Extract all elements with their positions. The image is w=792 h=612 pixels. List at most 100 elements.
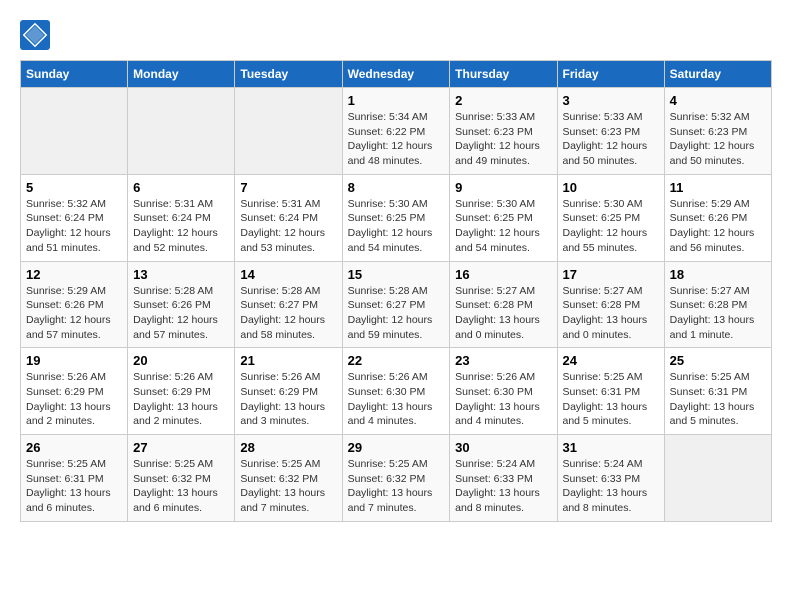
calendar-cell: 9 Sunrise: 5:30 AM Sunset: 6:25 PM Daylig…	[450, 174, 557, 261]
day-info: Sunrise: 5:31 AM Sunset: 6:24 PM Dayligh…	[240, 197, 336, 256]
calendar-cell: 5 Sunrise: 5:32 AM Sunset: 6:24 PM Daylig…	[21, 174, 128, 261]
day-info: Sunrise: 5:26 AM Sunset: 6:29 PM Dayligh…	[26, 370, 122, 429]
calendar-cell: 14 Sunrise: 5:28 AM Sunset: 6:27 PM Dayli…	[235, 261, 342, 348]
day-info: Sunrise: 5:31 AM Sunset: 6:24 PM Dayligh…	[133, 197, 229, 256]
day-info: Sunrise: 5:27 AM Sunset: 6:28 PM Dayligh…	[563, 284, 659, 343]
day-info: Sunrise: 5:29 AM Sunset: 6:26 PM Dayligh…	[26, 284, 122, 343]
day-number: 2	[455, 93, 551, 108]
weekday-header: Sunday	[21, 61, 128, 88]
day-info: Sunrise: 5:34 AM Sunset: 6:22 PM Dayligh…	[348, 110, 445, 169]
calendar-cell: 29Sunrise: 5:25 AM Sunset: 6:32 PM Dayli…	[342, 435, 450, 522]
day-number: 17	[563, 267, 659, 282]
day-info: Sunrise: 5:33 AM Sunset: 6:23 PM Dayligh…	[563, 110, 659, 169]
calendar-cell: 16 Sunrise: 5:27 AM Sunset: 6:28 PM Dayli…	[450, 261, 557, 348]
day-info: Sunrise: 5:26 AM Sunset: 6:30 PM Dayligh…	[348, 370, 445, 429]
day-number: 22	[348, 353, 445, 368]
calendar-cell: 27 Sunrise: 5:25 AM Sunset: 6:32 PM Dayli…	[128, 435, 235, 522]
day-number: 26	[26, 440, 122, 455]
day-info: Sunrise: 5:27 AM Sunset: 6:28 PM Dayligh…	[455, 284, 551, 343]
calendar-cell: 8 Sunrise: 5:30 AM Sunset: 6:25 PM Daylig…	[342, 174, 450, 261]
calendar-cell: 4 Sunrise: 5:32 AM Sunset: 6:23 PM Daylig…	[664, 88, 771, 175]
calendar-cell: 13 Sunrise: 5:28 AM Sunset: 6:26 PM Dayli…	[128, 261, 235, 348]
day-info: Sunrise: 5:28 AM Sunset: 6:26 PM Dayligh…	[133, 284, 229, 343]
day-info: Sunrise: 5:33 AM Sunset: 6:23 PM Dayligh…	[455, 110, 551, 169]
day-number: 9	[455, 180, 551, 195]
calendar-cell	[21, 88, 128, 175]
day-number: 4	[670, 93, 766, 108]
day-number: 21	[240, 353, 336, 368]
calendar-week-row: 26Sunrise: 5:25 AM Sunset: 6:31 PM Dayli…	[21, 435, 772, 522]
calendar-cell: 19 Sunrise: 5:26 AM Sunset: 6:29 PM Dayli…	[21, 348, 128, 435]
day-number: 23	[455, 353, 551, 368]
day-info: Sunrise: 5:28 AM Sunset: 6:27 PM Dayligh…	[240, 284, 336, 343]
day-info: Sunrise: 5:28 AM Sunset: 6:27 PM Dayligh…	[348, 284, 445, 343]
day-number: 14	[240, 267, 336, 282]
day-number: 19	[26, 353, 122, 368]
weekday-header: Tuesday	[235, 61, 342, 88]
day-info: Sunrise: 5:27 AM Sunset: 6:28 PM Dayligh…	[670, 284, 766, 343]
day-number: 30	[455, 440, 551, 455]
day-number: 24	[563, 353, 659, 368]
weekday-header: Monday	[128, 61, 235, 88]
day-number: 11	[670, 180, 766, 195]
weekday-header: Thursday	[450, 61, 557, 88]
calendar-week-row: 1 Sunrise: 5:34 AM Sunset: 6:22 PM Daylig…	[21, 88, 772, 175]
day-number: 6	[133, 180, 229, 195]
calendar-cell: 25Sunrise: 5:25 AM Sunset: 6:31 PM Dayli…	[664, 348, 771, 435]
day-info: Sunrise: 5:32 AM Sunset: 6:23 PM Dayligh…	[670, 110, 766, 169]
calendar-cell: 12 Sunrise: 5:29 AM Sunset: 6:26 PM Dayli…	[21, 261, 128, 348]
weekday-header: Friday	[557, 61, 664, 88]
calendar-cell: 28 Sunrise: 5:25 AM Sunset: 6:32 PM Dayli…	[235, 435, 342, 522]
day-number: 8	[348, 180, 445, 195]
calendar-cell: 6 Sunrise: 5:31 AM Sunset: 6:24 PM Daylig…	[128, 174, 235, 261]
logo	[20, 20, 56, 50]
calendar-cell: 22 Sunrise: 5:26 AM Sunset: 6:30 PM Dayli…	[342, 348, 450, 435]
day-number: 20	[133, 353, 229, 368]
calendar-cell: 20 Sunrise: 5:26 AM Sunset: 6:29 PM Dayli…	[128, 348, 235, 435]
day-number: 7	[240, 180, 336, 195]
day-info: Sunrise: 5:24 AM Sunset: 6:33 PM Dayligh…	[455, 457, 551, 516]
day-number: 10	[563, 180, 659, 195]
calendar-cell	[664, 435, 771, 522]
calendar-cell: 11 Sunrise: 5:29 AM Sunset: 6:26 PM Dayli…	[664, 174, 771, 261]
day-number: 28	[240, 440, 336, 455]
day-info: Sunrise: 5:26 AM Sunset: 6:29 PM Dayligh…	[133, 370, 229, 429]
day-number: 15	[348, 267, 445, 282]
day-info: Sunrise: 5:29 AM Sunset: 6:26 PM Dayligh…	[670, 197, 766, 256]
weekday-header: Wednesday	[342, 61, 450, 88]
day-number: 1	[348, 93, 445, 108]
calendar-cell: 26Sunrise: 5:25 AM Sunset: 6:31 PM Dayli…	[21, 435, 128, 522]
calendar-cell: 30 Sunrise: 5:24 AM Sunset: 6:33 PM Dayli…	[450, 435, 557, 522]
day-info: Sunrise: 5:25 AM Sunset: 6:32 PM Dayligh…	[133, 457, 229, 516]
day-info: Sunrise: 5:26 AM Sunset: 6:30 PM Dayligh…	[455, 370, 551, 429]
day-number: 5	[26, 180, 122, 195]
day-info: Sunrise: 5:25 AM Sunset: 6:31 PM Dayligh…	[563, 370, 659, 429]
day-info: Sunrise: 5:25 AM Sunset: 6:32 PM Dayligh…	[240, 457, 336, 516]
day-number: 13	[133, 267, 229, 282]
logo-icon	[20, 20, 50, 50]
day-number: 12	[26, 267, 122, 282]
calendar-cell: 1 Sunrise: 5:34 AM Sunset: 6:22 PM Daylig…	[342, 88, 450, 175]
day-number: 16	[455, 267, 551, 282]
calendar-cell: 23 Sunrise: 5:26 AM Sunset: 6:30 PM Dayli…	[450, 348, 557, 435]
day-number: 27	[133, 440, 229, 455]
day-number: 18	[670, 267, 766, 282]
calendar-week-row: 12 Sunrise: 5:29 AM Sunset: 6:26 PM Dayli…	[21, 261, 772, 348]
calendar-cell: 10 Sunrise: 5:30 AM Sunset: 6:25 PM Dayli…	[557, 174, 664, 261]
calendar-cell: 7 Sunrise: 5:31 AM Sunset: 6:24 PM Daylig…	[235, 174, 342, 261]
calendar-cell: 24 Sunrise: 5:25 AM Sunset: 6:31 PM Dayli…	[557, 348, 664, 435]
calendar-table: SundayMondayTuesdayWednesdayThursdayFrid…	[20, 60, 772, 522]
page-header	[20, 20, 772, 50]
calendar-cell: 3 Sunrise: 5:33 AM Sunset: 6:23 PM Daylig…	[557, 88, 664, 175]
day-info: Sunrise: 5:30 AM Sunset: 6:25 PM Dayligh…	[455, 197, 551, 256]
day-info: Sunrise: 5:25 AM Sunset: 6:31 PM Dayligh…	[670, 370, 766, 429]
day-info: Sunrise: 5:30 AM Sunset: 6:25 PM Dayligh…	[563, 197, 659, 256]
calendar-cell: 31Sunrise: 5:24 AM Sunset: 6:33 PM Dayli…	[557, 435, 664, 522]
calendar-cell	[235, 88, 342, 175]
calendar-cell: 17 Sunrise: 5:27 AM Sunset: 6:28 PM Dayli…	[557, 261, 664, 348]
day-info: Sunrise: 5:25 AM Sunset: 6:32 PM Dayligh…	[348, 457, 445, 516]
day-info: Sunrise: 5:32 AM Sunset: 6:24 PM Dayligh…	[26, 197, 122, 256]
weekday-header: Saturday	[664, 61, 771, 88]
day-info: Sunrise: 5:30 AM Sunset: 6:25 PM Dayligh…	[348, 197, 445, 256]
day-number: 3	[563, 93, 659, 108]
